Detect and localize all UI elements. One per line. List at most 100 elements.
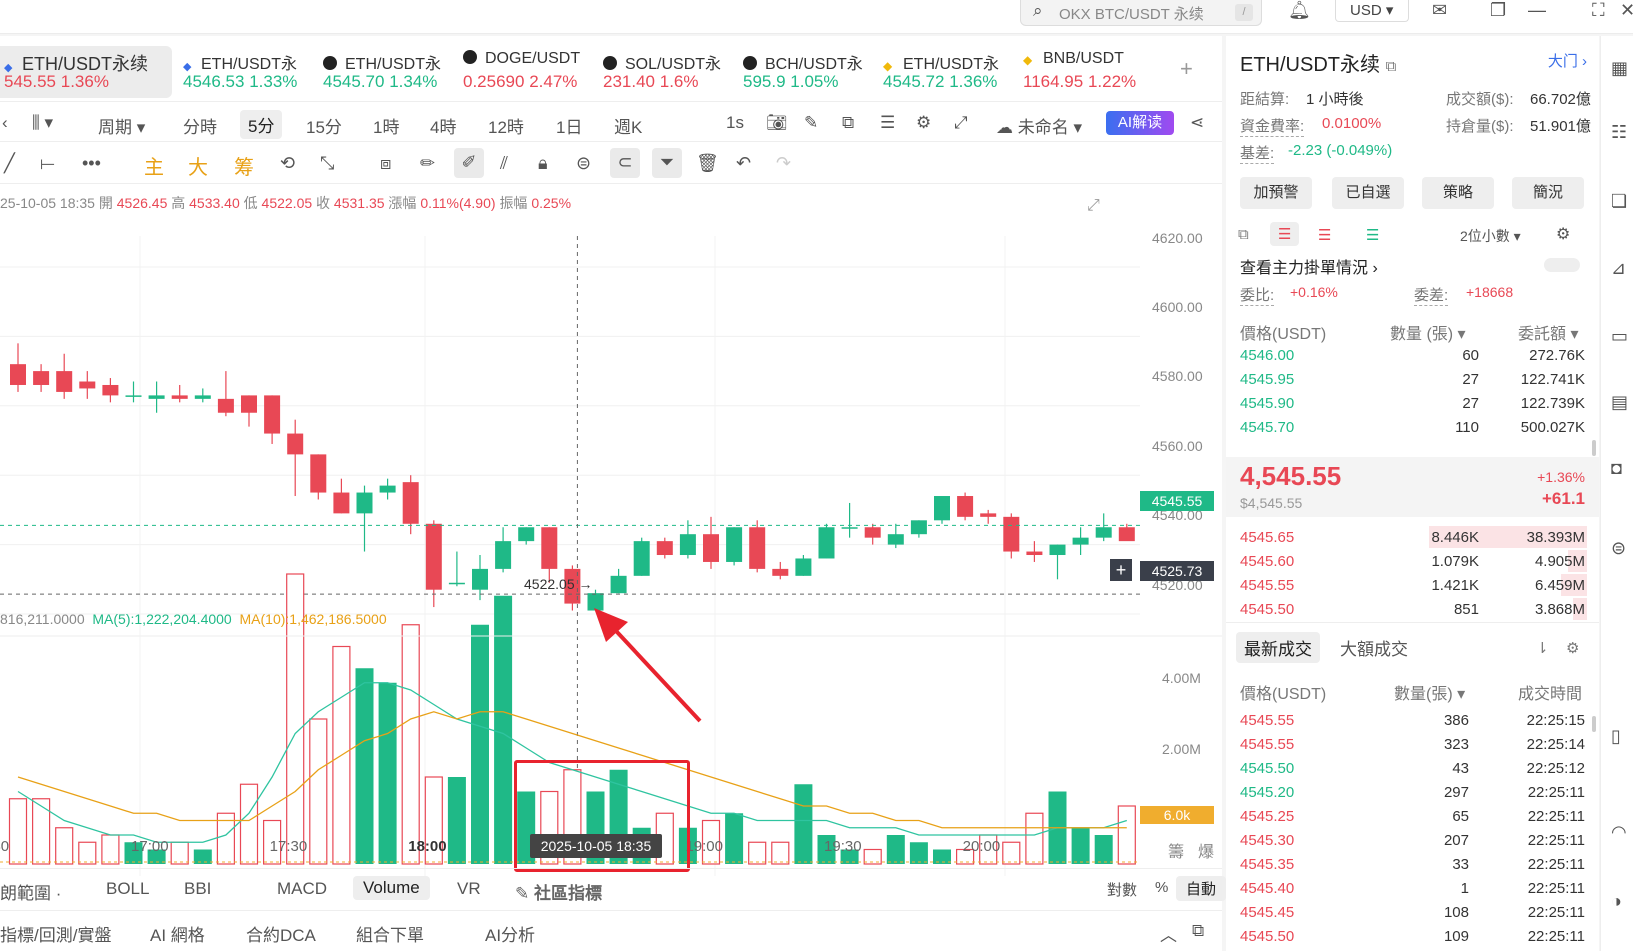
ai-interpret-button[interactable]: AI解读	[1106, 111, 1174, 135]
ticker-item-active[interactable]: ◆ ETH/USDT永续 545.55 1.36%	[0, 46, 172, 98]
minimize-icon[interactable]: —	[1528, 0, 1546, 21]
watchlist-button[interactable]: 已自選	[1332, 177, 1404, 209]
cycle-select[interactable]: 周期 ▾	[98, 113, 145, 138]
percent-scale-toggle[interactable]: %	[1155, 879, 1168, 896]
trades-settings-icon[interactable]: ⚙	[1566, 639, 1579, 657]
rotate-icon[interactable]: ⟲	[280, 153, 295, 174]
orderbook-mode-icon[interactable]: ⧉	[1238, 226, 1249, 243]
orderbook-bids-icon[interactable]: ☰	[1366, 226, 1379, 244]
monitor-icon[interactable]: ▭	[1611, 326, 1628, 347]
window-icon[interactable]: ▯	[1611, 726, 1621, 747]
dots-icon[interactable]: •••	[82, 153, 101, 174]
community-indicators-link[interactable]: ✎ 社區指標	[515, 879, 602, 904]
chevron-left-icon[interactable]: ‹	[2, 113, 8, 133]
lock-icon[interactable]: 🔒︎	[538, 153, 548, 174]
big-order-toggle[interactable]: 大	[188, 151, 208, 180]
layout-icon[interactable]: ⧉	[842, 113, 854, 133]
popout-icon[interactable]: ⧉	[1192, 921, 1204, 941]
camera-icon[interactable]: 📷︎	[766, 113, 788, 133]
indicator-list-icon[interactable]: ☰	[880, 113, 895, 133]
grid-icon[interactable]: ▦	[1611, 58, 1628, 79]
bottom-tab[interactable]: AI分析	[485, 921, 535, 946]
bottom-tab[interactable]: 指標/回測/實盤	[0, 921, 111, 946]
add-alert-button[interactable]: 加預警	[1240, 177, 1312, 209]
chip-toggle[interactable]: 筹	[234, 151, 254, 180]
bottom-tab[interactable]: 組合下單	[356, 921, 424, 946]
camera-icon[interactable]: ◘	[1611, 458, 1622, 479]
period-item[interactable]: 12時	[488, 113, 524, 138]
horizontal-segment-icon[interactable]: ⟝	[40, 153, 55, 174]
bell-icon[interactable]: 🔔︎	[1288, 0, 1311, 21]
period-item[interactable]: 週K	[614, 113, 642, 138]
orderbook-settings-icon[interactable]: ⚙	[1556, 224, 1570, 244]
indicator-tab[interactable]: VR	[457, 879, 481, 899]
period-item[interactable]: 1時	[373, 113, 399, 138]
main-force-toggle[interactable]: 主	[144, 151, 164, 180]
chevron-up-icon[interactable]: ︿	[1160, 921, 1177, 946]
list-icon[interactable]: ☷	[1611, 122, 1627, 143]
undo-icon[interactable]: ↶	[736, 153, 751, 174]
orderbook-both-icon[interactable]: ☰	[1270, 222, 1300, 246]
ticker-item[interactable]: ◆ ETH/USDT永 4545.72 1.36%	[883, 50, 999, 92]
period-item[interactable]: 15分	[306, 113, 342, 138]
orderbook-asks-icon[interactable]: ☰	[1318, 226, 1331, 244]
ob-header-qty[interactable]: 數量 (張) ▾	[1390, 320, 1466, 344]
pattern-icon[interactable]: ⫽	[500, 153, 508, 174]
headset-icon[interactable]: ◠	[1611, 822, 1627, 843]
bid-row[interactable]: 4545.55 1.421K 6.459M	[1226, 574, 1599, 598]
search-input[interactable]: ⌕ OKX BTC/USDT 永续 /	[1020, 0, 1262, 26]
redo-icon[interactable]: ↷	[776, 153, 791, 174]
settings-icon[interactable]: ⚙	[916, 113, 931, 133]
scrollbar[interactable]	[1592, 716, 1596, 732]
indicator-tab[interactable]: BBI	[184, 879, 211, 899]
ask-row[interactable]: 4545.95 27 122.741K	[1226, 368, 1599, 392]
trash-icon[interactable]: 🗑︎	[696, 153, 719, 174]
ticker-item[interactable]: SOL/USDT永 231.40 1.6%	[603, 50, 721, 92]
ticker-item[interactable]: ◆ BNB/USDT 1164.95 1.22%	[1023, 50, 1136, 92]
ob-header-total[interactable]: 委託額 ▾	[1518, 320, 1579, 344]
decimals-select[interactable]: 2位小數 ▾	[1460, 226, 1521, 246]
period-item[interactable]: 分時	[183, 113, 217, 138]
add-order-icon[interactable]: +	[1110, 559, 1132, 581]
indicator-tab[interactable]: BOLL	[106, 879, 149, 899]
text-icon[interactable]: ⧈	[380, 153, 391, 174]
currency-select[interactable]: USD ▾	[1335, 0, 1409, 22]
bottom-tab[interactable]: 合約DCA	[246, 921, 316, 946]
bid-row[interactable]: 4545.60 1.079K 4.905M	[1226, 550, 1599, 574]
chart-icon[interactable]: ⊿	[1611, 258, 1626, 279]
ask-row[interactable]: 4545.90 27 122.739K	[1226, 392, 1599, 416]
candle-type-icon[interactable]: ⫼ ▾	[32, 113, 53, 133]
indicator-tab[interactable]: MACD	[277, 879, 327, 899]
ticker-item[interactable]: ETH/USDT永 4545.70 1.34%	[323, 50, 441, 92]
pen-icon[interactable]: ✎	[804, 113, 818, 133]
mail-icon[interactable]: ✉	[1432, 0, 1447, 21]
period-item-active[interactable]: 5分	[240, 110, 283, 139]
eye-icon[interactable]: ⊜	[576, 153, 591, 174]
ticker-item[interactable]: ◆ ETH/USDT永 4546.53 1.33%	[183, 50, 297, 92]
share-icon[interactable]: ⋖	[1190, 113, 1204, 133]
main-orders-link[interactable]: 查看主力掛單情況 ›	[1240, 254, 1378, 278]
add-ticker-icon[interactable]: +	[1180, 56, 1193, 82]
strategy-button[interactable]: 策略	[1422, 177, 1494, 209]
large-trades-tab[interactable]: 大額成交	[1340, 635, 1408, 660]
bid-row[interactable]: 4545.65 8.446K 38.393M	[1226, 526, 1599, 550]
ticker-item[interactable]: DOGE/USDT 0.25690 2.47%	[463, 50, 580, 92]
period-item[interactable]: 1s	[726, 113, 744, 133]
overview-button[interactable]: 簡況	[1512, 177, 1584, 209]
brush-icon[interactable]: ✏	[420, 153, 435, 174]
close-icon[interactable]: ✕	[1620, 0, 1633, 21]
bottom-tab[interactable]: AI 網格	[150, 921, 205, 946]
period-item[interactable]: 1日	[556, 113, 582, 138]
ask-row[interactable]: 4546.00 60 272.76K	[1226, 344, 1599, 368]
chart-expand-icon[interactable]: ⤢	[1087, 197, 1100, 215]
log-scale-toggle[interactable]: 對數	[1107, 879, 1137, 900]
filter-icon[interactable]: ⏷	[652, 148, 682, 178]
etf-icon[interactable]: ▤	[1611, 392, 1628, 413]
ask-row[interactable]: 4545.70 110 500.027K	[1226, 416, 1599, 440]
sort-icon[interactable]: ⇂	[1536, 639, 1549, 657]
window-restore-icon[interactable]: ❐	[1490, 0, 1506, 21]
trade-header-qty[interactable]: 數量(張) ▾	[1394, 680, 1465, 704]
bid-row[interactable]: 4545.50 851 3.868M	[1226, 598, 1599, 622]
trendline-icon[interactable]: ╱	[4, 153, 15, 174]
exchange-icon[interactable]: ⊜	[1611, 538, 1626, 559]
